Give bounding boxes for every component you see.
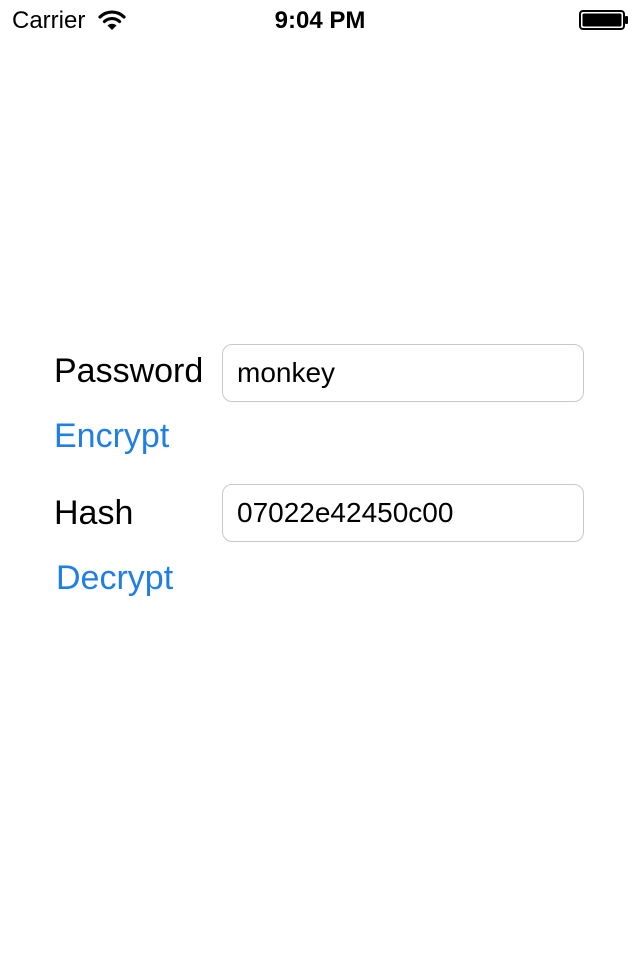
hash-field[interactable] <box>222 484 584 542</box>
password-label: Password <box>54 352 204 390</box>
encrypt-button[interactable]: Encrypt <box>54 416 169 456</box>
status-bar: Carrier 9:04 PM <box>0 0 640 40</box>
status-time: 9:04 PM <box>274 7 366 34</box>
decrypt-button[interactable]: Decrypt <box>56 558 173 598</box>
battery-full-icon <box>579 10 629 30</box>
hash-label: Hash <box>54 494 134 532</box>
password-field[interactable] <box>222 344 584 402</box>
